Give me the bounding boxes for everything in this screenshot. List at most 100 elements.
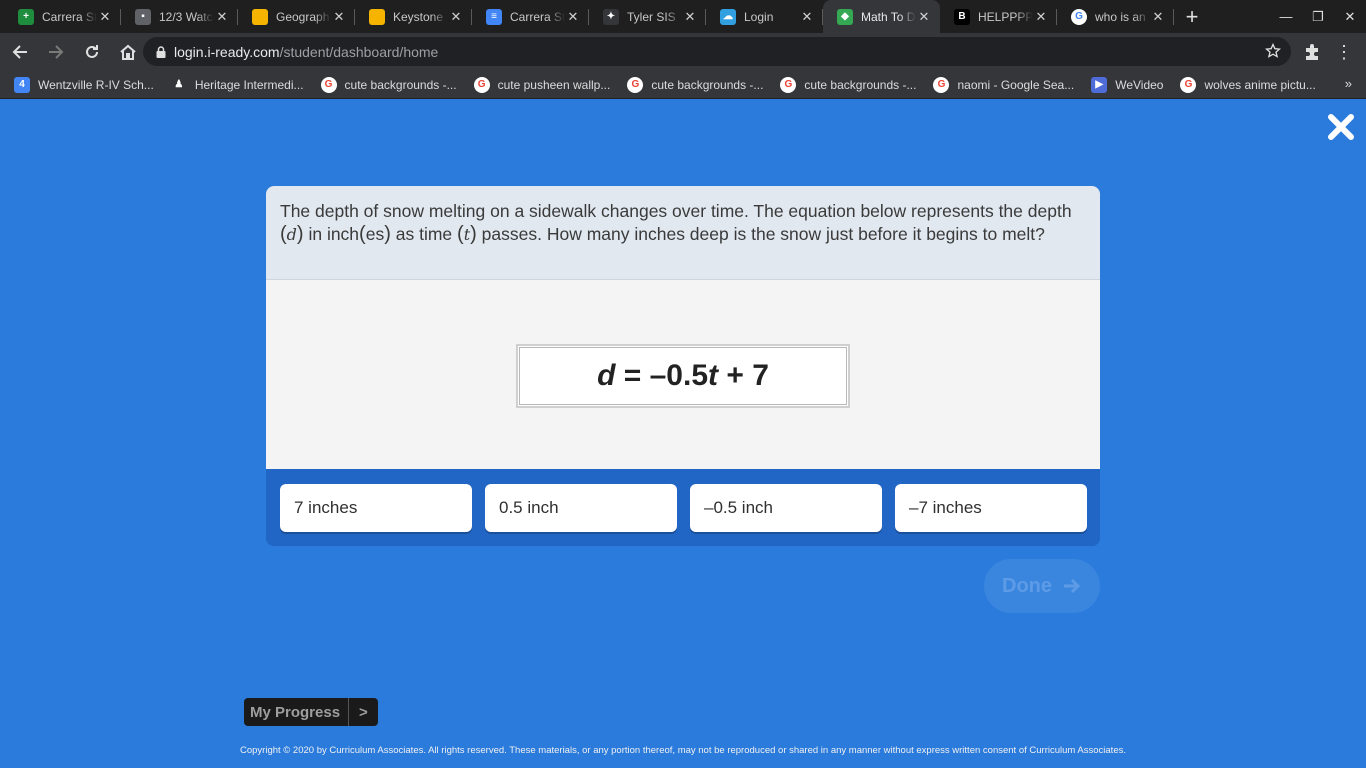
- answer-choice-4[interactable]: –7 inches: [895, 484, 1087, 532]
- browser-tab[interactable]: ✦ Tyler SIS ✕: [589, 0, 706, 33]
- arrow-right-icon: [1064, 578, 1081, 594]
- browser-tab[interactable]: ◆ Math To D ✕: [823, 0, 940, 33]
- address-bar[interactable]: login.i-ready.com/student/dashboard/home: [143, 37, 1291, 66]
- bookmark-item[interactable]: Gnaomi - Google Sea...: [933, 73, 1081, 97]
- bookmark-item[interactable]: Gcute backgrounds -...: [780, 73, 923, 97]
- equation-box: d = –0.5 t + 7: [516, 344, 850, 408]
- browser-tab[interactable]: Gwho is an ✕: [1057, 0, 1174, 33]
- puzzle-icon: [1306, 44, 1318, 60]
- tab-favicon-icon: ▪: [135, 8, 151, 25]
- close-window-button[interactable]: ✕: [1334, 0, 1366, 33]
- browser-tab[interactable]: Keystone ✕: [355, 0, 472, 33]
- close-tab-icon[interactable]: ✕: [448, 9, 464, 25]
- close-tab-icon[interactable]: ✕: [916, 9, 932, 25]
- close-tab-icon[interactable]: ✕: [97, 9, 113, 25]
- tab-favicon-icon: [252, 8, 268, 25]
- close-lesson-icon[interactable]: [1326, 112, 1356, 142]
- bookmark-label: Heritage Intermedi...: [194, 77, 304, 92]
- reload-button[interactable]: [76, 36, 108, 68]
- tab-favicon-icon: ◆: [837, 8, 853, 25]
- home-button[interactable]: [112, 36, 144, 68]
- bookmark-label: WeVideo: [1115, 77, 1164, 92]
- tab-list: + Carrera St ✕ ▪ 12/3 Watc ✕ Geograph ✕ Keystone…: [0, 0, 1174, 33]
- window-controls: — ❐ ✕: [1270, 0, 1366, 33]
- tab-favicon-icon: B: [954, 8, 970, 25]
- back-arrow-icon: [12, 45, 27, 59]
- tab-favicon-icon: ✦: [603, 8, 619, 25]
- bookmark-favicon-icon: G: [473, 76, 490, 93]
- answer-choice-2[interactable]: 0.5 inch: [485, 484, 677, 532]
- browser-tab[interactable]: ☁ Login ✕: [706, 0, 823, 33]
- close-tab-icon[interactable]: ✕: [1150, 9, 1166, 25]
- tab-title: Geograph: [276, 9, 330, 24]
- answer-choice-3[interactable]: –0.5 inch: [690, 484, 882, 532]
- answer-choices: 7 inches 0.5 inch –0.5 inch –7 inches: [266, 469, 1100, 546]
- bookmark-label: wolves anime pictu...: [1204, 77, 1316, 92]
- done-button[interactable]: Done: [984, 559, 1100, 613]
- bookmarks-overflow-button[interactable]: »: [1345, 76, 1352, 91]
- close-tab-icon[interactable]: ✕: [565, 9, 581, 25]
- restore-button[interactable]: ❐: [1302, 0, 1334, 33]
- bookmark-favicon-icon: G: [780, 76, 797, 93]
- chevron-right-icon: >: [359, 703, 368, 721]
- question-card: The depth of snow melting on a sidewalk …: [266, 186, 1100, 546]
- browser-tab[interactable]: Geograph ✕: [238, 0, 355, 33]
- answer-choice-1[interactable]: 7 inches: [280, 484, 472, 532]
- bookmark-favicon-icon: ♟: [170, 76, 187, 93]
- browser-tab[interactable]: B HELPPPP ✕: [940, 0, 1057, 33]
- bookmark-item[interactable]: Gcute backgrounds -...: [320, 73, 464, 97]
- close-tab-icon[interactable]: ✕: [1033, 9, 1049, 25]
- bookmarks-bar: 4 Wentzville R-IV Sch... ♟ Heritage Interme…: [0, 71, 1366, 99]
- bookmark-item[interactable]: Gcute pusheen wallp...: [473, 73, 618, 97]
- close-tab-icon[interactable]: ✕: [214, 9, 230, 25]
- bookmark-favicon-icon: G: [320, 76, 337, 93]
- bookmark-item[interactable]: ▶ WeVideo: [1091, 73, 1170, 97]
- forward-arrow-icon: [49, 45, 64, 59]
- bookmark-item[interactable]: ♟ Heritage Intermedi...: [170, 73, 311, 97]
- tab-title: Carrera St: [42, 9, 97, 24]
- browser-tab[interactable]: + Carrera St ✕: [4, 0, 121, 33]
- browser-menu-button[interactable]: ⋮: [1334, 40, 1354, 64]
- minimize-button[interactable]: —: [1270, 0, 1302, 33]
- bookmark-item[interactable]: Gwolves anime pictu...: [1180, 73, 1322, 97]
- extensions-button[interactable]: [1300, 40, 1324, 64]
- copyright-footer: Copyright © 2020 by Curriculum Associate…: [240, 745, 1126, 756]
- url-path: /student/dashboard/home: [279, 43, 439, 60]
- tab-strip: + Carrera St ✕ ▪ 12/3 Watc ✕ Geograph ✕ Keystone…: [0, 0, 1366, 33]
- tab-favicon-icon: ≡: [486, 8, 502, 25]
- back-button[interactable]: [4, 36, 36, 68]
- tab-title: Math To D: [861, 9, 916, 24]
- tab-favicon-icon: G: [1071, 8, 1087, 25]
- bookmark-star-icon[interactable]: [1265, 43, 1281, 59]
- my-progress-label: My Progress: [244, 698, 350, 726]
- my-progress-button[interactable]: My Progress >: [244, 698, 378, 726]
- equation-area: d = –0.5 t + 7: [266, 280, 1100, 469]
- bookmark-favicon-icon: ▶: [1091, 76, 1108, 93]
- variable-d: d: [286, 224, 297, 244]
- bookmark-favicon-icon: G: [627, 76, 644, 93]
- tab-title: Carrera St: [510, 9, 565, 24]
- close-tab-icon[interactable]: ✕: [331, 9, 347, 25]
- bookmark-label: cute backgrounds -...: [344, 77, 457, 92]
- browser-tab[interactable]: ≡ Carrera St ✕: [472, 0, 589, 33]
- bookmark-label: cute pusheen wallp...: [497, 77, 611, 92]
- close-tab-icon[interactable]: ✕: [682, 9, 698, 25]
- bookmark-label: cute backgrounds -...: [804, 77, 917, 92]
- tab-favicon-icon: [369, 8, 385, 25]
- bookmark-item[interactable]: Gcute backgrounds -...: [627, 73, 770, 97]
- tab-title: Keystone: [393, 9, 444, 24]
- new-tab-button[interactable]: +: [1174, 0, 1210, 33]
- tab-title: Login: [744, 9, 774, 24]
- home-icon: [120, 44, 136, 60]
- close-tab-icon[interactable]: ✕: [799, 9, 815, 25]
- forward-button[interactable]: [40, 36, 72, 68]
- question-text: The depth of snow melting on a sidewalk …: [266, 186, 1100, 280]
- browser-tab[interactable]: ▪ 12/3 Watc ✕: [121, 0, 238, 33]
- bookmark-label: cute backgrounds -...: [651, 77, 764, 92]
- tab-title: 12/3 Watc: [159, 9, 213, 24]
- bookmark-item[interactable]: 4 Wentzville R-IV Sch...: [14, 73, 161, 97]
- tab-title: Tyler SIS: [627, 9, 676, 24]
- bookmark-label: Wentzville R-IV Sch...: [38, 77, 154, 92]
- bookmark-label: naomi - Google Sea...: [957, 77, 1075, 92]
- bookmark-favicon-icon: 4: [14, 76, 30, 93]
